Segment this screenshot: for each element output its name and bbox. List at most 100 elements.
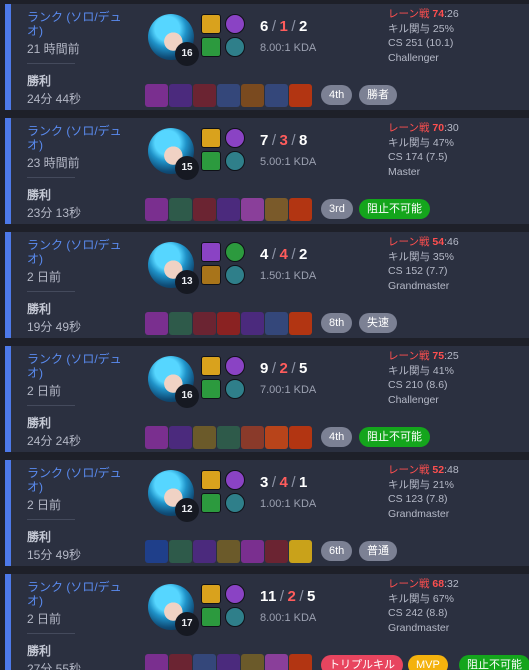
summoner-spell-2-icon[interactable] [201, 37, 221, 57]
match-card[interactable]: ランク (ソロ/デュオ) 2 日前 勝利 27分 55秒 17 11/2/5 8… [5, 574, 529, 670]
secondary-rune-icon[interactable] [225, 37, 245, 57]
deaths: 4 [279, 474, 289, 491]
divider [27, 63, 75, 64]
item-icon[interactable] [265, 654, 288, 670]
secondary-rune-icon[interactable] [225, 379, 245, 399]
match-duration: 15分 49秒 [27, 548, 82, 562]
item-icon[interactable] [145, 198, 168, 221]
match-badge: トリプルキル [321, 655, 403, 670]
item-icon[interactable] [145, 654, 168, 670]
summoner-spell-2-icon[interactable] [201, 151, 221, 171]
item-icon[interactable] [289, 540, 312, 563]
item-icon[interactable] [145, 84, 168, 107]
match-duration: 27分 55秒 [27, 662, 82, 670]
primary-rune-icon[interactable] [225, 242, 245, 262]
primary-rune-icon[interactable] [225, 128, 245, 148]
match-badge: 4th [321, 427, 353, 447]
item-icon[interactable] [169, 426, 192, 449]
assists: 5 [307, 588, 316, 605]
summoner-spell-1-icon[interactable] [201, 128, 221, 148]
item-icon[interactable] [217, 84, 240, 107]
secondary-rune-icon[interactable] [225, 607, 245, 627]
item-icon[interactable] [241, 654, 264, 670]
item-icon[interactable] [193, 84, 216, 107]
summoner-spell-2-icon[interactable] [201, 265, 221, 285]
item-icon[interactable] [169, 198, 192, 221]
match-result: 勝利 [27, 74, 52, 88]
creep-score: CS 210 (8.6) [388, 379, 448, 391]
item-icon[interactable] [217, 312, 240, 335]
primary-rune-icon[interactable] [225, 470, 245, 490]
summoner-spell-1-icon[interactable] [201, 14, 221, 34]
match-stats: レーン戦 75:25 キル関与 41% CS 210 (8.6) Challen… [388, 349, 518, 407]
item-icon[interactable] [289, 426, 312, 449]
secondary-rune-icon[interactable] [225, 493, 245, 513]
match-card[interactable]: ランク (ソロ/デュオ) 2 日前 勝利 24分 24秒 16 9/2/5 7.… [5, 346, 529, 452]
item-icon[interactable] [241, 426, 264, 449]
item-icon[interactable] [289, 312, 312, 335]
kda-ratio: 8.00:1 KDA [260, 612, 317, 624]
primary-rune-icon[interactable] [225, 14, 245, 34]
game-mode: ランク (ソロ/デュオ) [27, 238, 122, 266]
summoner-spell-2-icon[interactable] [201, 493, 221, 513]
game-mode: ランク (ソロ/デュオ) [27, 124, 122, 152]
item-icon[interactable] [241, 540, 264, 563]
item-icon[interactable] [241, 84, 264, 107]
game-mode: ランク (ソロ/デュオ) [27, 466, 122, 494]
item-icon[interactable] [265, 84, 288, 107]
secondary-rune-icon[interactable] [225, 151, 245, 171]
match-card[interactable]: ランク (ソロ/デュオ) 2 日前 勝利 19分 49秒 13 4/4/2 1.… [5, 232, 529, 338]
summoner-spell-1-icon[interactable] [201, 584, 221, 604]
item-icon[interactable] [265, 312, 288, 335]
secondary-rune-icon[interactable] [225, 265, 245, 285]
item-icon[interactable] [217, 540, 240, 563]
time-ago: 2 日前 [27, 498, 62, 512]
item-icon[interactable] [169, 84, 192, 107]
lane-opponent-rank: Grandmaster [388, 507, 450, 520]
item-icon[interactable] [217, 654, 240, 670]
champion-level: 16 [175, 384, 199, 408]
summoner-spell-1-icon[interactable] [201, 470, 221, 490]
item-icon[interactable] [217, 426, 240, 449]
summoner-spell-2-icon[interactable] [201, 607, 221, 627]
item-icon[interactable] [241, 312, 264, 335]
match-card[interactable]: ランク (ソロ/デュオ) 23 時間前 勝利 23分 13秒 15 7/3/8 … [5, 118, 529, 224]
item-icon[interactable] [169, 540, 192, 563]
match-badge: 勝者 [359, 85, 397, 105]
kda-separator: / [271, 474, 277, 491]
summoner-spell-1-icon[interactable] [201, 242, 221, 262]
kills: 9 [260, 360, 269, 377]
summoner-spell-2-icon[interactable] [201, 379, 221, 399]
item-icon[interactable] [241, 198, 264, 221]
item-icon[interactable] [193, 540, 216, 563]
item-icon[interactable] [145, 312, 168, 335]
kda-ratio: 1.00:1 KDA [260, 498, 317, 510]
item-icon[interactable] [289, 198, 312, 221]
lane-win: 54 [432, 236, 445, 248]
kda-score: 9/2/5 [260, 360, 308, 377]
item-icon[interactable] [193, 312, 216, 335]
primary-rune-icon[interactable] [225, 584, 245, 604]
item-icon[interactable] [145, 426, 168, 449]
lane-label: レーン戦 [388, 578, 430, 590]
lane-opponent-rank: Master [388, 165, 421, 178]
item-icon[interactable] [193, 198, 216, 221]
item-icon[interactable] [289, 84, 312, 107]
item-icon[interactable] [169, 312, 192, 335]
item-icon[interactable] [193, 426, 216, 449]
item-icon[interactable] [217, 198, 240, 221]
item-icon[interactable] [265, 198, 288, 221]
item-icon[interactable] [289, 654, 312, 670]
match-result: 勝利 [27, 416, 52, 430]
match-badge: 阻止不可能 [459, 655, 529, 670]
lane-opponent-rank: Grandmaster [388, 279, 450, 292]
summoner-spell-1-icon[interactable] [201, 356, 221, 376]
match-card[interactable]: ランク (ソロ/デュオ) 21 時間前 勝利 24分 44秒 16 6/1/2 … [5, 4, 529, 110]
item-icon[interactable] [265, 426, 288, 449]
item-icon[interactable] [193, 654, 216, 670]
item-icon[interactable] [265, 540, 288, 563]
item-icon[interactable] [169, 654, 192, 670]
item-icon[interactable] [145, 540, 168, 563]
primary-rune-icon[interactable] [225, 356, 245, 376]
match-card[interactable]: ランク (ソロ/デュオ) 2 日前 勝利 15分 49秒 12 3/4/1 1.… [5, 460, 529, 566]
